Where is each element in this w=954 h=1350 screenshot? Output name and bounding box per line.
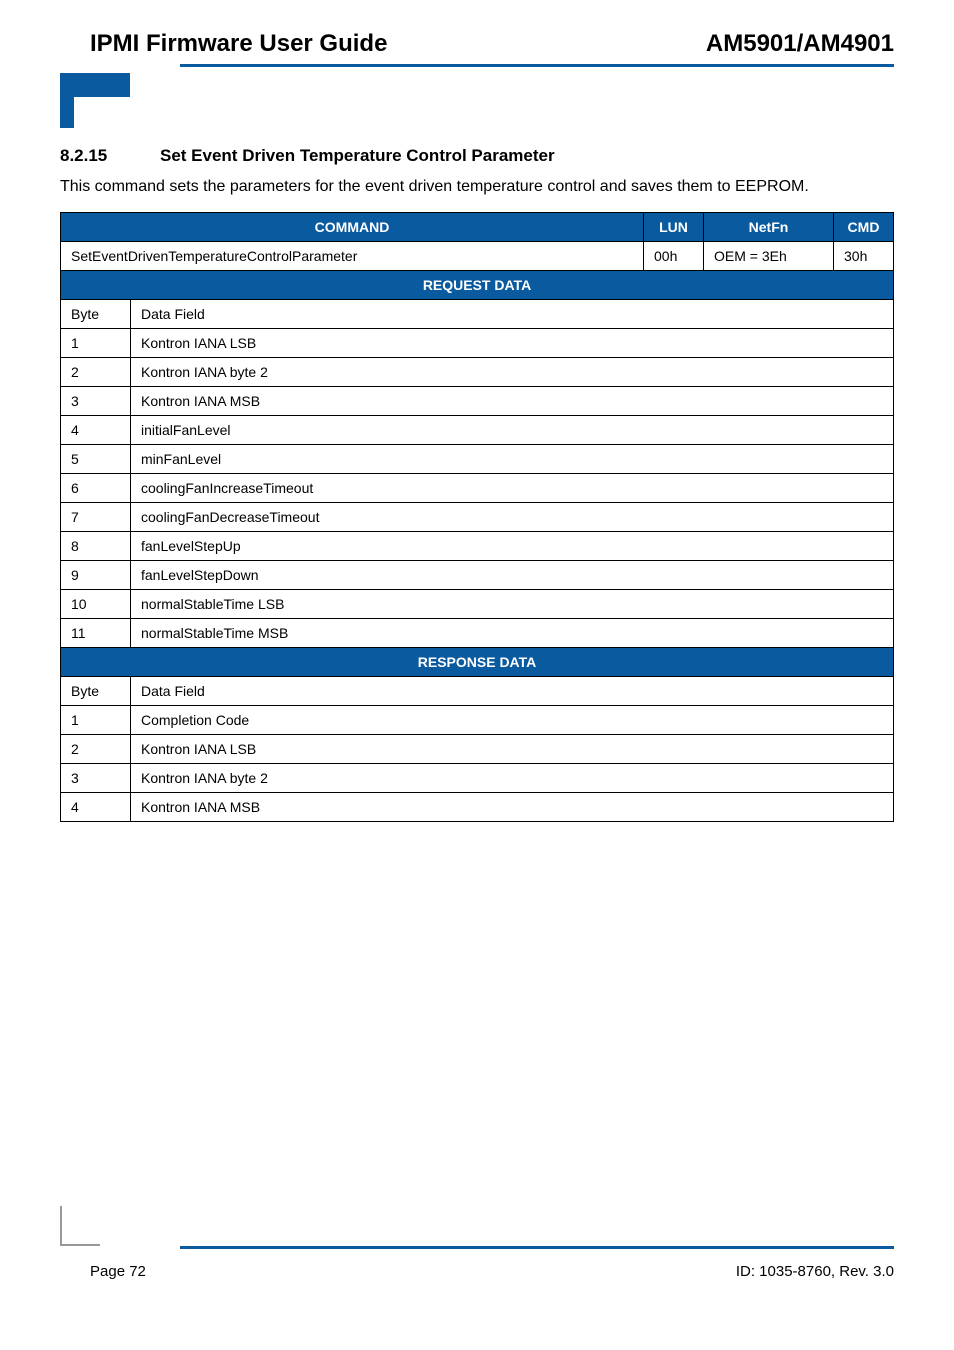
table-row: 1Completion Code: [61, 705, 894, 734]
table-row: 9fanLevelStepDown: [61, 560, 894, 589]
resp-head-field: Data Field: [131, 676, 894, 705]
req-head-field: Data Field: [131, 299, 894, 328]
cell-field: fanLevelStepUp: [131, 531, 894, 560]
cell-byte: 1: [61, 328, 131, 357]
cmd-lun: 00h: [644, 241, 704, 270]
cmd-netfn: OEM = 3Eh: [704, 241, 834, 270]
table-row: 7coolingFanDecreaseTimeout: [61, 502, 894, 531]
footer-corner-icon: [60, 1206, 100, 1246]
command-row: SetEventDrivenTemperatureControlParamete…: [61, 241, 894, 270]
cell-field: Kontron IANA LSB: [131, 734, 894, 763]
table-row: 11normalStableTime MSB: [61, 618, 894, 647]
table-row: 2Kontron IANA LSB: [61, 734, 894, 763]
cell-byte: 5: [61, 444, 131, 473]
response-label: RESPONSE DATA: [61, 647, 894, 676]
section-title: Set Event Driven Temperature Control Par…: [160, 146, 555, 166]
th-netfn: NetFn: [704, 212, 834, 241]
table-row: 8fanLevelStepUp: [61, 531, 894, 560]
request-section-row: REQUEST DATA: [61, 270, 894, 299]
response-head-row: Byte Data Field: [61, 676, 894, 705]
cell-byte: 3: [61, 386, 131, 415]
cell-field: normalStableTime MSB: [131, 618, 894, 647]
cell-byte: 1: [61, 705, 131, 734]
page-footer: Page 72 ID: 1035-8760, Rev. 3.0: [60, 1263, 894, 1280]
cell-byte: 6: [61, 473, 131, 502]
section-heading: 8.2.15 Set Event Driven Temperature Cont…: [60, 146, 894, 166]
table-row: 3Kontron IANA MSB: [61, 386, 894, 415]
table-row: 4initialFanLevel: [61, 415, 894, 444]
footer-rule: [180, 1246, 894, 1249]
footer-page: Page 72: [90, 1263, 146, 1280]
cell-byte: 7: [61, 502, 131, 531]
table-row: 3Kontron IANA byte 2: [61, 763, 894, 792]
header-title-left: IPMI Firmware User Guide: [90, 30, 387, 58]
cell-byte: 2: [61, 734, 131, 763]
cell-field: Kontron IANA byte 2: [131, 357, 894, 386]
table-header-row: COMMAND LUN NetFn CMD: [61, 212, 894, 241]
cmd-name: SetEventDrivenTemperatureControlParamete…: [61, 241, 644, 270]
table-row: 10normalStableTime LSB: [61, 589, 894, 618]
page-header: IPMI Firmware User Guide AM5901/AM4901: [60, 30, 894, 64]
cell-field: initialFanLevel: [131, 415, 894, 444]
cell-byte: 8: [61, 531, 131, 560]
cell-field: Kontron IANA byte 2: [131, 763, 894, 792]
cell-field: Kontron IANA LSB: [131, 328, 894, 357]
cell-field: Completion Code: [131, 705, 894, 734]
logo-icon: [60, 73, 894, 128]
cell-byte: 4: [61, 792, 131, 821]
request-head-row: Byte Data Field: [61, 299, 894, 328]
th-lun: LUN: [644, 212, 704, 241]
header-title-right: AM5901/AM4901: [706, 30, 894, 58]
cell-field: Kontron IANA MSB: [131, 792, 894, 821]
table-row: 2Kontron IANA byte 2: [61, 357, 894, 386]
command-table: COMMAND LUN NetFn CMD SetEventDrivenTemp…: [60, 212, 894, 822]
cell-field: coolingFanIncreaseTimeout: [131, 473, 894, 502]
table-row: 1Kontron IANA LSB: [61, 328, 894, 357]
cell-field: minFanLevel: [131, 444, 894, 473]
cell-field: fanLevelStepDown: [131, 560, 894, 589]
cell-byte: 3: [61, 763, 131, 792]
cell-byte: 2: [61, 357, 131, 386]
table-row: 5minFanLevel: [61, 444, 894, 473]
cell-field: coolingFanDecreaseTimeout: [131, 502, 894, 531]
section-body: This command sets the parameters for the…: [60, 176, 894, 198]
table-row: 4Kontron IANA MSB: [61, 792, 894, 821]
cell-byte: 4: [61, 415, 131, 444]
resp-head-byte: Byte: [61, 676, 131, 705]
cell-field: Kontron IANA MSB: [131, 386, 894, 415]
header-rule: [180, 64, 894, 67]
th-command: COMMAND: [61, 212, 644, 241]
response-section-row: RESPONSE DATA: [61, 647, 894, 676]
th-cmd: CMD: [834, 212, 894, 241]
req-head-byte: Byte: [61, 299, 131, 328]
cmd-cmd: 30h: [834, 241, 894, 270]
cell-field: normalStableTime LSB: [131, 589, 894, 618]
request-label: REQUEST DATA: [61, 270, 894, 299]
footer-id: ID: 1035-8760, Rev. 3.0: [736, 1263, 894, 1280]
table-row: 6coolingFanIncreaseTimeout: [61, 473, 894, 502]
section-number: 8.2.15: [60, 146, 126, 166]
cell-byte: 10: [61, 589, 131, 618]
cell-byte: 11: [61, 618, 131, 647]
cell-byte: 9: [61, 560, 131, 589]
